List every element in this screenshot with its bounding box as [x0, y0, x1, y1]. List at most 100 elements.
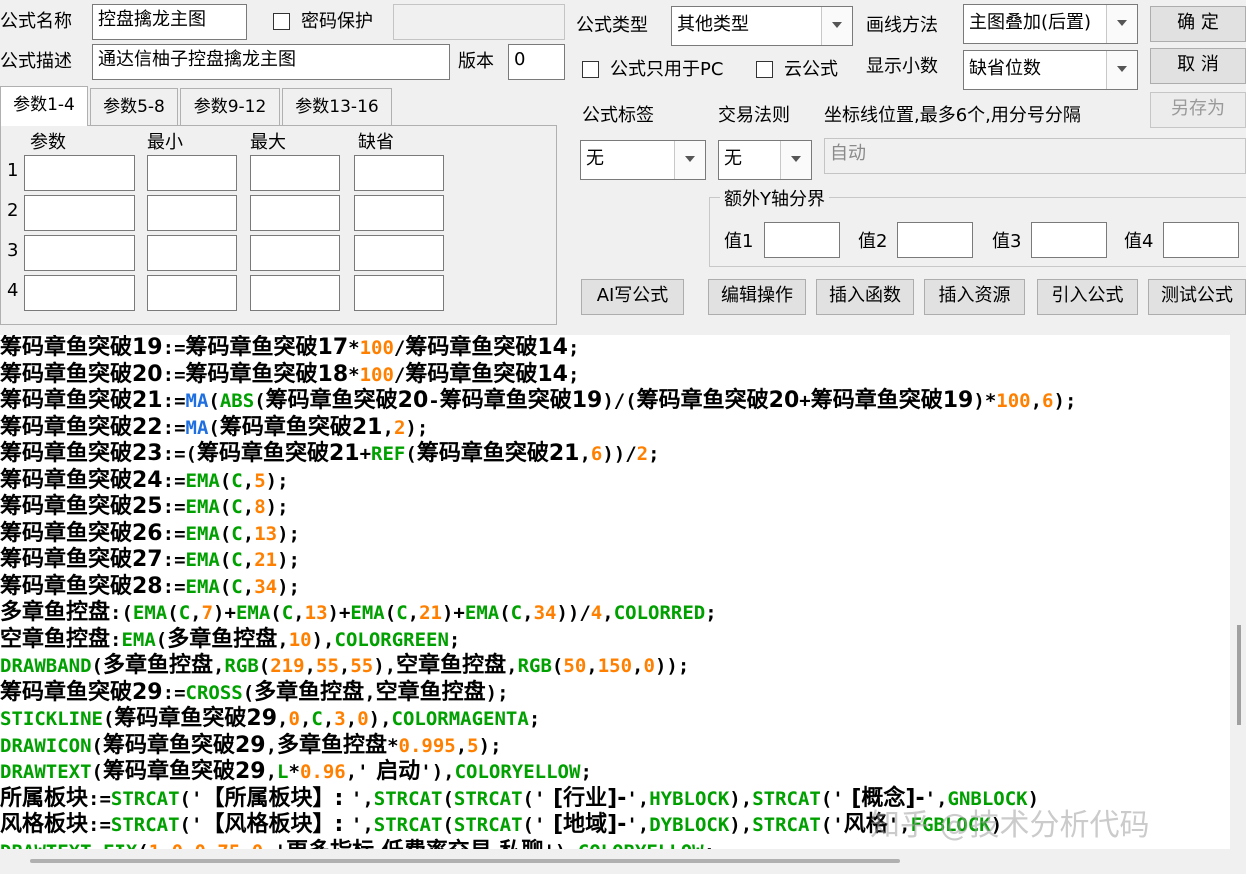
param-min-input[interactable] — [147, 155, 237, 191]
param-default-input[interactable] — [354, 155, 444, 191]
param-min-input[interactable] — [147, 195, 237, 231]
code-line[interactable]: STICKLINE(筹码章鱼突破29,0,C,3,0),COLORMAGENTA… — [0, 706, 1230, 733]
code-token: L — [277, 761, 289, 783]
formula-tag-label: 公式标签 — [582, 105, 654, 126]
param-name-input[interactable] — [24, 235, 135, 271]
draw-method-select[interactable]: 主图叠加(后置) — [963, 4, 1138, 44]
code-token: DRAWTEXT_FIX — [0, 841, 137, 850]
extra-y-axis-label: 额外Y轴分界 — [720, 188, 829, 212]
tab-params-9-12[interactable]: 参数9-12 — [180, 88, 280, 126]
decimal-select[interactable]: 缺省位数 — [963, 50, 1138, 90]
code-line[interactable]: DRAWBAND(多章鱼控盘,RGB(219,55,55),空章鱼控盘,RGB(… — [0, 653, 1230, 680]
code-line[interactable]: DRAWTEXT(筹码章鱼突破29,L*0.96,' 启动'),COLORYEL… — [0, 759, 1230, 786]
code-token: , — [304, 655, 316, 677]
horizontal-scrollbar[interactable] — [0, 850, 1246, 874]
param-default-input[interactable] — [354, 275, 444, 311]
password-checkbox[interactable] — [273, 13, 290, 30]
trade-rule-select[interactable]: 无 — [718, 140, 812, 180]
formula-type-select[interactable]: 其他类型 — [671, 6, 853, 46]
edit-operation-button[interactable]: 编辑操作 — [708, 279, 806, 315]
formula-desc-input[interactable]: 通达信柚子控盘擒龙主图 — [92, 44, 450, 80]
code-line[interactable]: 筹码章鱼突破20:=筹码章鱼突破18*100/筹码章鱼突破14; — [0, 362, 1230, 389]
code-token: , — [242, 469, 255, 492]
param-name-input[interactable] — [24, 195, 135, 231]
code-line[interactable]: 筹码章鱼突破26:=EMA(C,13); — [0, 521, 1230, 548]
code-line[interactable]: 空章鱼控盘:EMA(多章鱼控盘,10),COLORGREEN; — [0, 627, 1230, 654]
code-line[interactable]: 筹码章鱼突破23:=(筹码章鱼突破21+REF(筹码章鱼突破21,6))/2; — [0, 441, 1230, 468]
cloud-checkbox[interactable] — [756, 61, 773, 78]
code-token: C — [510, 602, 523, 624]
param-min-input[interactable] — [147, 235, 237, 271]
code-line[interactable]: 筹码章鱼突破19:=筹码章鱼突破17*100/筹码章鱼突破14; — [0, 335, 1230, 362]
chevron-down-icon — [1106, 51, 1137, 89]
code-line[interactable]: 多章鱼控盘:(EMA(C,7)+EMA(C,13)+EMA(C,21)+EMA(… — [0, 600, 1230, 627]
y-value1-input[interactable] — [764, 222, 840, 258]
code-token: C — [231, 496, 243, 518]
code-line[interactable]: 筹码章鱼突破22:=MA(筹码章鱼突破21,2); — [0, 415, 1230, 442]
code-token: ; — [568, 363, 580, 386]
param-max-input[interactable] — [250, 195, 340, 231]
col-header-min: 最小 — [147, 132, 183, 153]
tab-params-13-16[interactable]: 参数13-16 — [282, 88, 392, 126]
code-token: 21 — [419, 602, 442, 624]
code-token: 筹码章鱼突破24 — [0, 467, 163, 493]
code-token: CROSS — [185, 681, 243, 704]
code-token: 筹码章鱼突破19 — [810, 388, 974, 413]
param-name-input[interactable] — [24, 275, 135, 311]
param-name-input[interactable] — [24, 155, 135, 191]
code-line[interactable]: 筹码章鱼突破27:=EMA(C,21); — [0, 547, 1230, 574]
formula-tag-select[interactable]: 无 — [580, 140, 706, 180]
param-max-input[interactable] — [250, 235, 340, 271]
code-line[interactable]: DRAWICON(筹码章鱼突破29,多章鱼控盘*0.995,5); — [0, 733, 1230, 760]
insert-resource-button[interactable]: 插入资源 — [924, 279, 1025, 315]
tab-params-1-4[interactable]: 参数1-4 — [0, 86, 88, 126]
y-value3-input[interactable] — [1031, 222, 1107, 258]
code-token: 219 — [270, 655, 305, 677]
code-editor[interactable]: 筹码章鱼突破19:=筹码章鱼突破17*100/筹码章鱼突破14; 筹码章鱼突破20… — [0, 335, 1230, 849]
code-token: ; — [580, 761, 592, 783]
axis-position-input[interactable]: 自动 — [824, 138, 1246, 174]
test-formula-button[interactable]: 测试公式 — [1148, 279, 1246, 315]
code-token: ), — [311, 628, 335, 651]
code-line[interactable]: 筹码章鱼突破25:=EMA(C,8); — [0, 494, 1230, 521]
formula-name-input[interactable]: 控盘擒龙主图 — [92, 4, 247, 40]
code-token: * — [348, 337, 360, 359]
code-line[interactable]: 筹码章鱼突破28:=EMA(C,34); — [0, 574, 1230, 601]
code-token: ( — [219, 469, 232, 492]
code-token: REF — [371, 443, 406, 465]
param-default-input[interactable] — [354, 235, 444, 271]
param-max-input[interactable] — [250, 155, 340, 191]
code-token: 100 — [359, 337, 394, 359]
ok-button[interactable]: 确 定 — [1150, 6, 1246, 42]
insert-function-button[interactable]: 插入函数 — [816, 279, 914, 315]
horizontal-scroll-thumb[interactable] — [30, 859, 900, 863]
code-token: COLORMAGENTA — [391, 708, 529, 730]
cancel-button[interactable]: 取 消 — [1150, 48, 1246, 84]
version-input[interactable]: 0 — [508, 44, 565, 80]
password-input — [393, 4, 565, 40]
code-token: ( — [442, 814, 454, 836]
code-token: := — [162, 390, 186, 412]
param-max-input[interactable] — [250, 275, 340, 311]
code-token: ; — [448, 628, 461, 651]
save-as-button[interactable]: 另存为 — [1150, 92, 1246, 128]
code-line[interactable]: 筹码章鱼突破29:=CROSS(多章鱼控盘,空章鱼控盘); — [0, 680, 1230, 707]
vertical-scrollbar[interactable] — [1232, 335, 1246, 850]
code-token: , — [277, 628, 289, 651]
tab-params-5-8[interactable]: 参数5-8 — [90, 88, 178, 126]
vertical-scroll-thumb[interactable] — [1237, 625, 1241, 725]
y-value4-input[interactable] — [1163, 222, 1239, 258]
code-token: ( — [405, 443, 417, 465]
import-formula-button[interactable]: 引入公式 — [1037, 279, 1138, 315]
ai-formula-button[interactable]: AI写公式 — [581, 279, 684, 315]
param-default-input[interactable] — [354, 195, 444, 231]
y-value2-input[interactable] — [897, 222, 973, 258]
trade-rule-label: 交易法则 — [718, 105, 790, 126]
code-token: ( — [91, 734, 103, 757]
code-line[interactable]: 筹码章鱼突破21:=MA(ABS(筹码章鱼突破20-筹码章鱼突破19)/(筹码章… — [0, 388, 1230, 415]
pc-only-checkbox[interactable] — [582, 61, 599, 78]
code-token: 100 — [996, 390, 1031, 412]
code-line[interactable]: 筹码章鱼突破24:=EMA(C,5); — [0, 468, 1230, 495]
param-min-input[interactable] — [147, 275, 237, 311]
code-token: 多章鱼控盘 — [102, 653, 213, 678]
